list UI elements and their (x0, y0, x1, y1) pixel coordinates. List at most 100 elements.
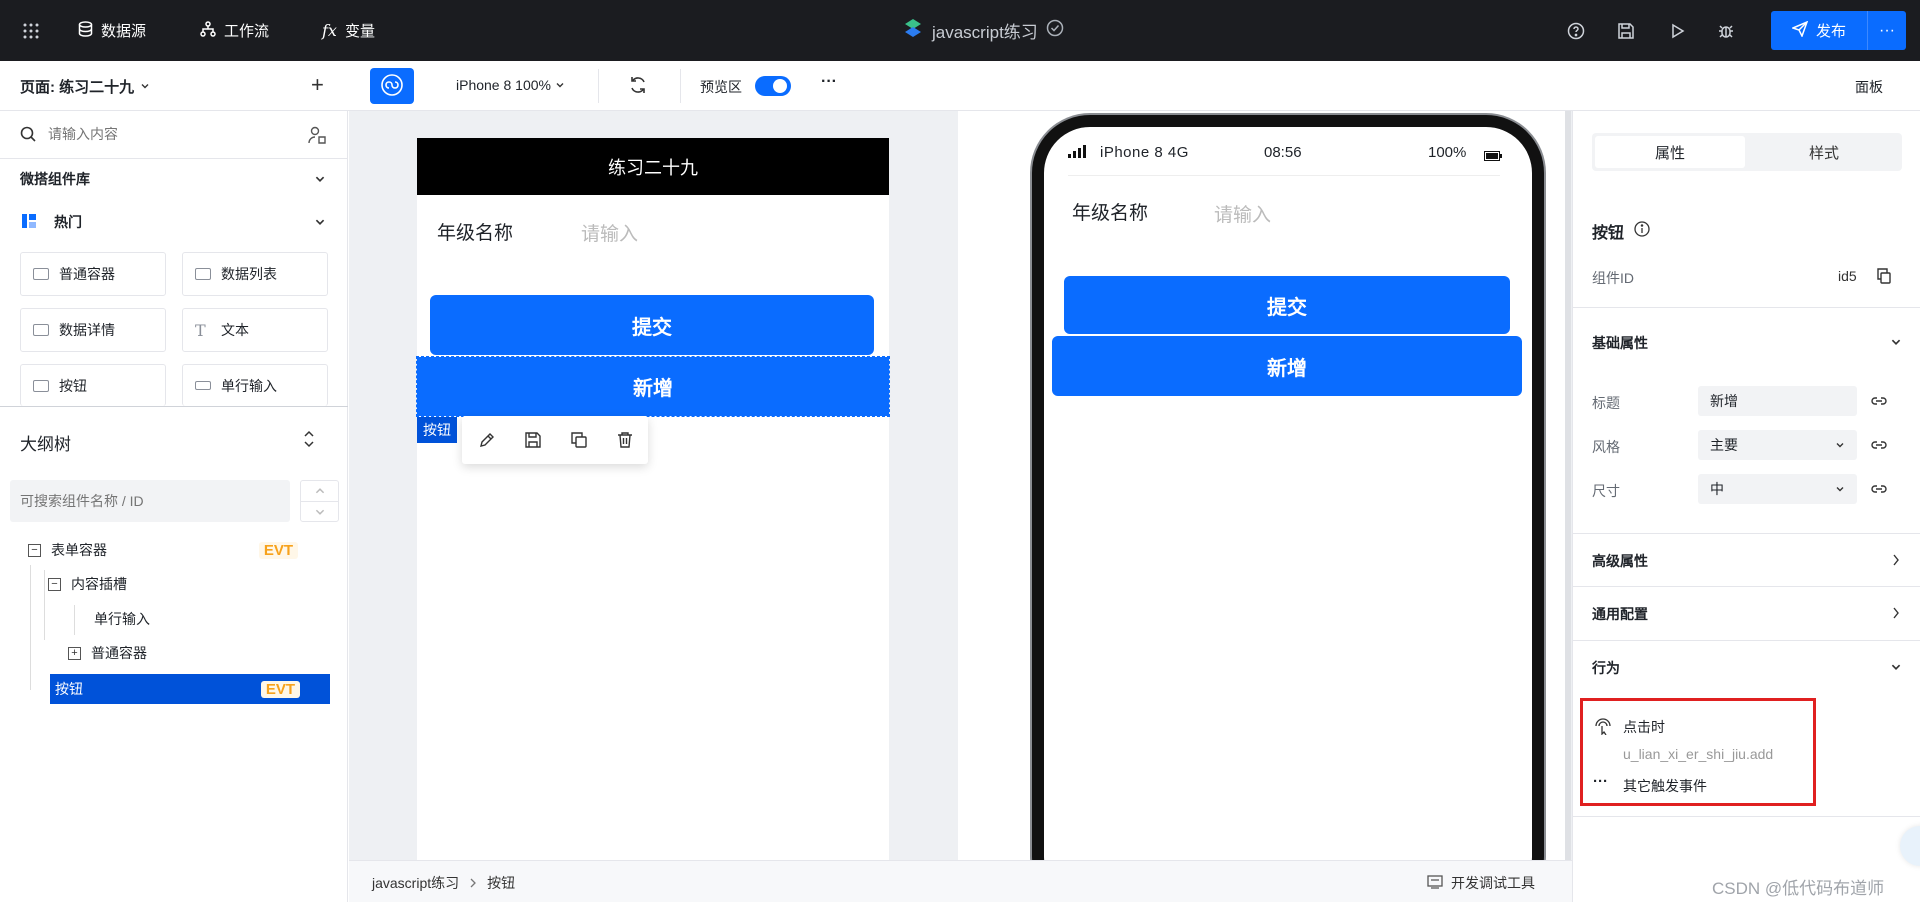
chevron-up-icon[interactable] (314, 484, 326, 500)
add-button-selected[interactable]: 新增 (416, 356, 890, 417)
common-config-title[interactable]: 通用配置 (1592, 604, 1648, 624)
page-selector[interactable]: 页面: 练习二十九 (20, 76, 150, 97)
outline-search-input[interactable] (10, 480, 290, 522)
publish-button[interactable]: 发布 (1771, 11, 1867, 50)
basic-props-title[interactable]: 基础属性 (1592, 333, 1648, 353)
miniprogram-icon (380, 73, 404, 100)
tree-item-content-slot[interactable]: − 内容插槽 (48, 570, 127, 598)
breadcrumb-item[interactable]: 按钮 (487, 873, 515, 893)
collapse-icon[interactable]: − (28, 543, 41, 557)
link-icon[interactable] (1870, 438, 1888, 455)
component-label: 按钮 (59, 377, 87, 394)
event-click-label[interactable]: 点击时 (1623, 717, 1665, 737)
chevron-down-icon[interactable] (314, 172, 326, 188)
outline-tree-title: 大纲树 (20, 435, 71, 454)
submit-button[interactable]: 提交 (430, 295, 874, 355)
preview-toggle[interactable] (755, 76, 791, 96)
prop-size-select[interactable]: 中 (1698, 474, 1857, 504)
chevron-right-icon[interactable] (1892, 553, 1900, 569)
chevron-down-icon[interactable] (1890, 335, 1902, 351)
chevron-down-icon[interactable] (314, 505, 326, 521)
info-icon[interactable] (1634, 221, 1650, 240)
phone-field-label: 年级名称 (1072, 203, 1149, 224)
tab-styles[interactable]: 样式 (1749, 136, 1899, 168)
debug-bug-icon[interactable] (1717, 22, 1735, 43)
tree-item-container[interactable]: + 普通容器 (68, 639, 147, 667)
tree-item-form-container[interactable]: − 表单容器 EVT (28, 536, 298, 564)
divider (1573, 640, 1920, 641)
phone-submit-button[interactable]: 提交 (1064, 276, 1510, 334)
chevron-right-icon[interactable] (1892, 606, 1900, 622)
component-name: 按钮 (1592, 225, 1625, 242)
outline-nav-stepper[interactable] (300, 480, 339, 522)
tree-item-button-selected[interactable]: 按钮 EVT (50, 674, 330, 704)
edit-icon[interactable] (478, 431, 496, 452)
component-library-title[interactable]: 微搭组件库 (20, 169, 90, 189)
canvas-scrollbar[interactable] (1565, 111, 1571, 860)
prop-title-value: 新增 (1710, 393, 1738, 409)
toolbar-more-button[interactable]: ··· (821, 73, 837, 91)
prop-title-input[interactable]: 新增 (1698, 386, 1857, 416)
advanced-props-title[interactable]: 高级属性 (1592, 551, 1648, 571)
component-data-list[interactable]: 数据列表 (182, 252, 328, 296)
top-bar: 数据源 工作流 fx 变量 javascript练习 发布 ··· (0, 0, 1920, 61)
component-container[interactable]: 普通容器 (20, 252, 166, 296)
tab-properties[interactable]: 属性 (1595, 136, 1745, 168)
tree-item-single-input[interactable]: 单行输入 (94, 605, 150, 633)
copy-icon[interactable] (1876, 268, 1892, 287)
refresh-icon[interactable] (628, 75, 648, 98)
component-data-detail[interactable]: 数据详情 (20, 308, 166, 352)
save-icon[interactable] (1617, 22, 1635, 43)
link-icon[interactable] (1870, 482, 1888, 499)
prop-style-select[interactable]: 主要 (1698, 430, 1857, 460)
component-text[interactable]: T 文本 (182, 308, 328, 352)
chevron-down-icon[interactable] (314, 215, 326, 231)
tree-item-label: 单行输入 (94, 611, 150, 627)
component-search-input[interactable] (48, 122, 288, 146)
click-gesture-icon (1593, 717, 1611, 738)
panel-toggle-button[interactable]: 面板 (1855, 77, 1883, 97)
prop-style-label: 风格 (1592, 439, 1620, 455)
copy-icon[interactable] (570, 431, 588, 452)
device-select[interactable]: iPhone 8 100% (456, 77, 565, 93)
form-field-input[interactable]: 请输入 (581, 219, 638, 246)
behavior-title[interactable]: 行为 (1592, 658, 1620, 678)
user-filter-icon[interactable] (308, 126, 326, 147)
component-button[interactable]: 按钮 (20, 364, 166, 406)
device-select-value: iPhone 8 100% (456, 77, 551, 93)
hot-category-icon (22, 214, 36, 231)
play-icon[interactable] (1668, 22, 1686, 43)
hot-category-title[interactable]: 热门 (54, 212, 82, 232)
breadcrumb-item[interactable]: javascript练习 (372, 873, 459, 893)
nav-datasource[interactable]: 数据源 (78, 0, 146, 61)
delete-icon[interactable] (616, 431, 634, 452)
divider (1573, 307, 1920, 308)
help-icon[interactable] (1567, 22, 1585, 43)
other-events-button[interactable]: 其它触发事件 (1623, 776, 1707, 796)
expand-collapse-icon[interactable] (302, 430, 316, 451)
input-icon (195, 381, 211, 390)
phone-add-button[interactable]: 新增 (1052, 336, 1522, 396)
apps-grid-icon[interactable] (22, 22, 40, 40)
phone-field-input[interactable]: 请输入 (1214, 200, 1271, 227)
miniprogram-toggle[interactable] (370, 68, 414, 104)
page-selector-label: 页面: 练习二十九 (20, 79, 135, 96)
nav-workflow[interactable]: 工作流 (200, 0, 269, 61)
breadcrumb: javascript练习 按钮 (372, 873, 515, 893)
publish-more-button[interactable]: ··· (1867, 11, 1906, 50)
prop-size-label: 尺寸 (1592, 483, 1620, 499)
expand-icon[interactable]: + (68, 646, 81, 660)
chevron-down-icon[interactable] (1890, 660, 1902, 676)
collapse-icon[interactable]: − (48, 577, 61, 591)
devtools-button[interactable]: 开发调试工具 (1427, 873, 1535, 893)
function-icon: fx (322, 21, 337, 40)
save-icon[interactable] (524, 431, 542, 452)
preview-toggle-knob (773, 79, 787, 93)
component-action-toolbar (462, 416, 648, 464)
link-icon[interactable] (1870, 394, 1888, 411)
component-single-input[interactable]: 单行输入 (182, 364, 328, 406)
event-handler-name[interactable]: u_lian_xi_er_shi_jiu.add (1623, 746, 1773, 762)
nav-variables[interactable]: fx 变量 (322, 0, 375, 61)
add-page-button[interactable]: + (311, 72, 324, 98)
text-icon: T (195, 320, 206, 340)
